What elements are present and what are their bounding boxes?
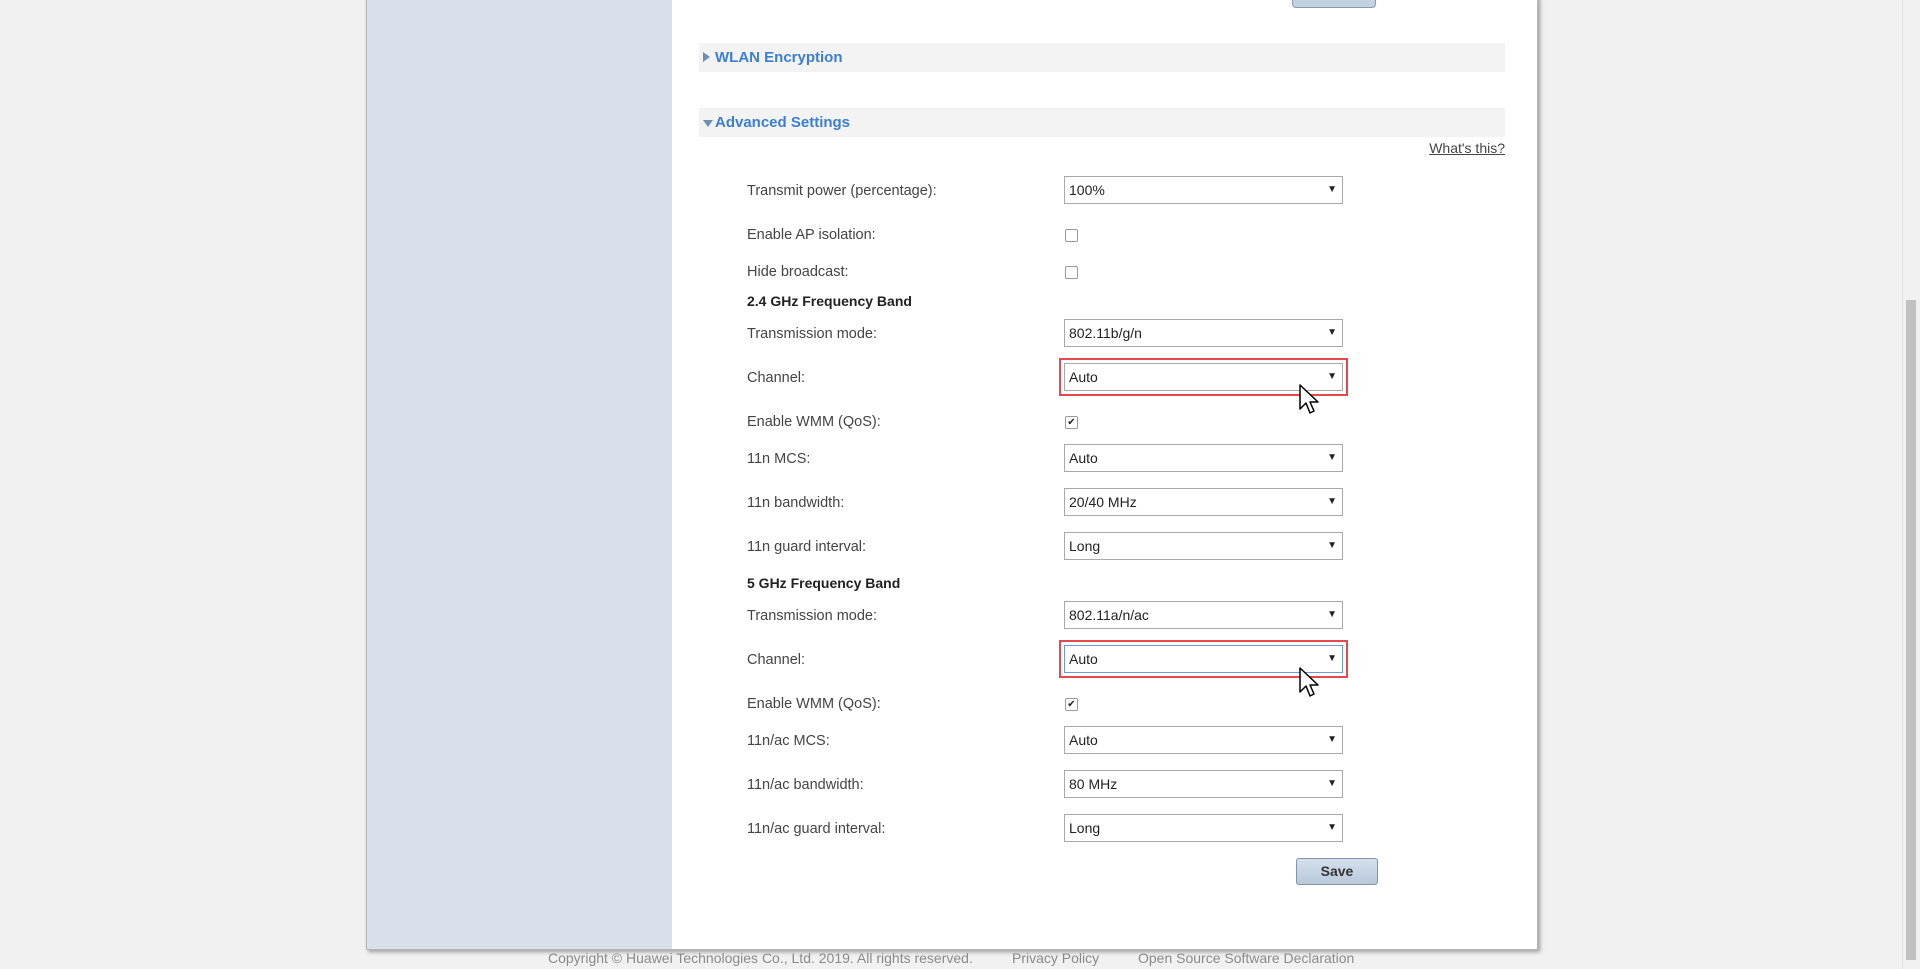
chevron-down-icon: ▼ [1327,778,1337,789]
expand-arrow-icon [703,52,710,62]
select-value: Auto [1069,651,1098,667]
field-label: Transmit power (percentage): [747,183,937,199]
row-hide-broadcast: Hide broadcast: [672,257,1537,287]
select-value: 802.11a/n/ac [1069,607,1149,623]
field-label: Hide broadcast: [747,264,849,280]
field-label: 11n bandwidth: [747,495,845,511]
main-content: WLAN Encryption Advanced Settings What's… [672,0,1537,949]
chevron-down-icon: ▼ [1327,452,1337,463]
section-title: Advanced Settings [715,114,851,131]
select-value: Auto [1069,369,1098,385]
select-value: Long [1069,538,1101,554]
previous-save-button[interactable] [1292,0,1376,8]
chevron-down-icon: ▼ [1327,653,1337,664]
field-label: 11n MCS: [747,451,811,467]
settings-frame: WLAN Encryption Advanced Settings What's… [366,0,1538,950]
guard-interval-5-select[interactable]: Long ▼ [1064,814,1343,842]
mouse-cursor-icon [1299,384,1319,414]
row-24-bandwidth: 11n bandwidth: 20/40 MHz ▼ [672,488,1537,518]
field-label: 11n guard interval: [747,539,867,555]
privacy-policy-link[interactable]: Privacy Policy [1012,950,1099,966]
save-button[interactable]: Save [1296,858,1378,885]
chevron-down-icon: ▼ [1327,184,1337,195]
whats-this-link[interactable]: What's this? [1405,140,1505,156]
field-label: 11n/ac guard interval: [747,821,886,837]
field-label: Transmission mode: [747,608,878,624]
hide-broadcast-checkbox[interactable] [1065,266,1078,279]
wmm-24-checkbox[interactable]: ✔ [1065,416,1078,429]
transmit-power-select[interactable]: 100% ▼ [1064,176,1343,204]
scrollbar-thumb[interactable] [1906,300,1916,960]
ap-isolation-checkbox[interactable] [1065,229,1078,242]
section-title: WLAN Encryption [715,49,843,66]
bandwidth-5-select[interactable]: 80 MHz ▼ [1064,770,1343,798]
row-5-guard-interval: 11n/ac guard interval: Long ▼ [672,814,1537,844]
field-label: Channel: [747,652,806,668]
select-value: 20/40 MHz [1069,494,1137,510]
collapse-arrow-icon [703,120,713,127]
row-24-channel: Channel: Auto ▼ [672,358,1537,396]
row-ap-isolation: Enable AP isolation: [672,220,1537,250]
row-5-wmm: Enable WMM (QoS): ✔ [672,689,1537,719]
row-24-guard-interval: 11n guard interval: Long ▼ [672,532,1537,562]
field-label: Enable AP isolation: [747,227,876,243]
footer: Copyright © Huawei Technologies Co., Ltd… [0,948,1920,969]
sidebar [367,0,672,949]
chevron-down-icon: ▼ [1327,734,1337,745]
bandwidth-24-select[interactable]: 20/40 MHz ▼ [1064,488,1343,516]
row-5-transmission-mode: Transmission mode: 802.11a/n/ac ▼ [672,601,1537,631]
select-value: Long [1069,820,1101,836]
band-5-heading: 5 GHz Frequency Band [747,575,901,591]
mcs-5-select[interactable]: Auto ▼ [1064,726,1343,754]
select-value: 80 MHz [1069,776,1118,792]
chevron-down-icon: ▼ [1327,540,1337,551]
select-value: 100% [1069,182,1105,198]
wmm-5-checkbox[interactable]: ✔ [1065,698,1078,711]
chevron-down-icon: ▼ [1327,822,1337,833]
row-24-mcs: 11n MCS: Auto ▼ [672,444,1537,474]
chevron-down-icon: ▼ [1327,496,1337,507]
select-value: Auto [1069,450,1098,466]
mouse-cursor-icon [1299,667,1319,697]
field-label: Channel: [747,370,806,386]
field-label: Enable WMM (QoS): [747,696,881,712]
transmission-mode-24-select[interactable]: 802.11b/g/n ▼ [1064,319,1343,347]
section-wlan-encryption[interactable]: WLAN Encryption [699,43,1505,72]
row-24-wmm: Enable WMM (QoS): ✔ [672,407,1537,437]
guard-interval-24-select[interactable]: Long ▼ [1064,532,1343,560]
band-24-heading: 2.4 GHz Frequency Band [747,293,912,309]
row-5-bandwidth: 11n/ac bandwidth: 80 MHz ▼ [672,770,1537,800]
row-5-channel: Channel: Auto ▼ [672,640,1537,678]
field-label: Transmission mode: [747,326,878,342]
select-value: Auto [1069,732,1098,748]
open-source-link[interactable]: Open Source Software Declaration [1138,950,1354,966]
field-label: 11n/ac MCS: [747,733,830,749]
select-value: 802.11b/g/n [1069,325,1142,341]
chevron-down-icon: ▼ [1327,327,1337,338]
chevron-down-icon: ▼ [1327,609,1337,620]
row-5-mcs: 11n/ac MCS: Auto ▼ [672,726,1537,756]
row-24-transmission-mode: Transmission mode: 802.11b/g/n ▼ [672,319,1537,349]
copyright-text: Copyright © Huawei Technologies Co., Ltd… [548,950,973,966]
transmission-mode-5-select[interactable]: 802.11a/n/ac ▼ [1064,601,1343,629]
field-label: Enable WMM (QoS): [747,414,881,430]
row-transmit-power: Transmit power (percentage): 100% ▼ [672,176,1537,206]
mcs-24-select[interactable]: Auto ▼ [1064,444,1343,472]
field-label: 11n/ac bandwidth: [747,777,864,793]
page-scrollbar[interactable] [1902,0,1920,969]
section-advanced-settings[interactable]: Advanced Settings [699,108,1505,137]
chevron-down-icon: ▼ [1327,371,1337,382]
